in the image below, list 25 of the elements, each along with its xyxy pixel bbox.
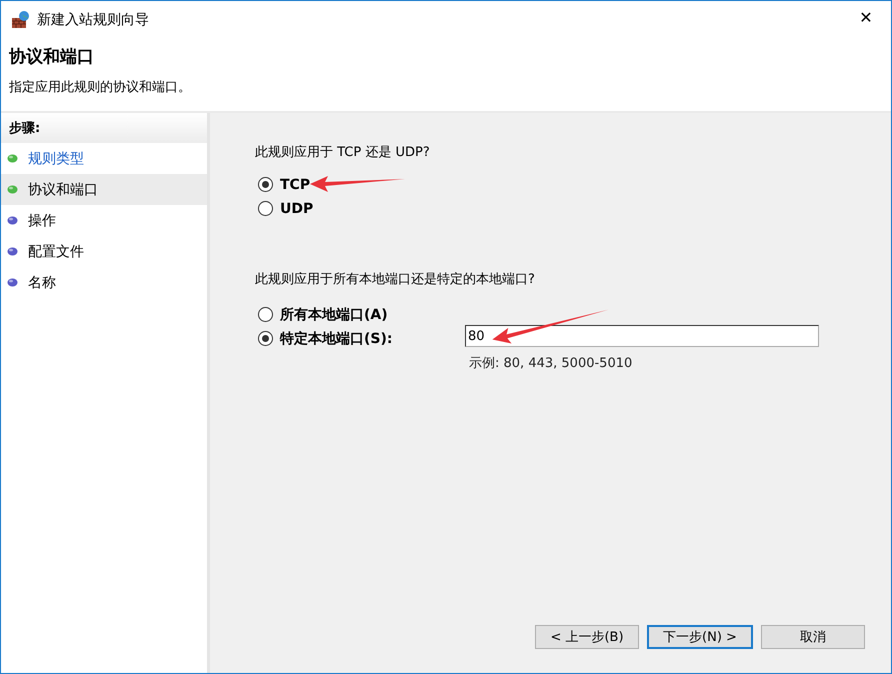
radio-button[interactable] bbox=[258, 177, 273, 192]
step-item[interactable]: 名称 bbox=[1, 267, 207, 298]
window-title: 新建入站规则向导 bbox=[37, 11, 150, 29]
radio-label[interactable]: UDP bbox=[280, 200, 314, 216]
step-item[interactable]: 协议和端口 bbox=[1, 174, 207, 205]
radio-button[interactable] bbox=[258, 331, 273, 346]
step-item[interactable]: 配置文件 bbox=[1, 236, 207, 267]
wizard-button[interactable]: 取消 bbox=[761, 625, 865, 649]
wizard-button[interactable]: < 上一步(B) bbox=[535, 625, 639, 649]
radio-button[interactable] bbox=[258, 307, 273, 322]
port-input-field[interactable]: 80 bbox=[465, 325, 819, 347]
ports-question: 此规则应用于所有本地端口还是特定的本地端口? bbox=[255, 271, 536, 288]
radio-label[interactable]: 所有本地端口(A) bbox=[280, 306, 388, 324]
radio-label[interactable]: 特定本地端口(S): bbox=[280, 330, 392, 348]
step-item[interactable]: 操作 bbox=[1, 205, 207, 236]
port-example-hint: 示例: 80, 443, 5000-5010 bbox=[469, 355, 632, 372]
page-subtitle: 指定应用此规则的协议和端口。 bbox=[9, 79, 192, 96]
step-item[interactable]: 规则类型 bbox=[1, 143, 207, 174]
wizard-button[interactable]: 下一步(N) > bbox=[647, 625, 753, 649]
firewall-globe-icon bbox=[11, 10, 31, 30]
page-title: 协议和端口 bbox=[9, 46, 95, 68]
close-button[interactable]: ✕ bbox=[843, 2, 889, 32]
protocol-question: 此规则应用于 TCP 还是 UDP? bbox=[255, 144, 431, 161]
radio-label[interactable]: TCP bbox=[280, 176, 310, 192]
radio-button[interactable] bbox=[258, 201, 273, 216]
